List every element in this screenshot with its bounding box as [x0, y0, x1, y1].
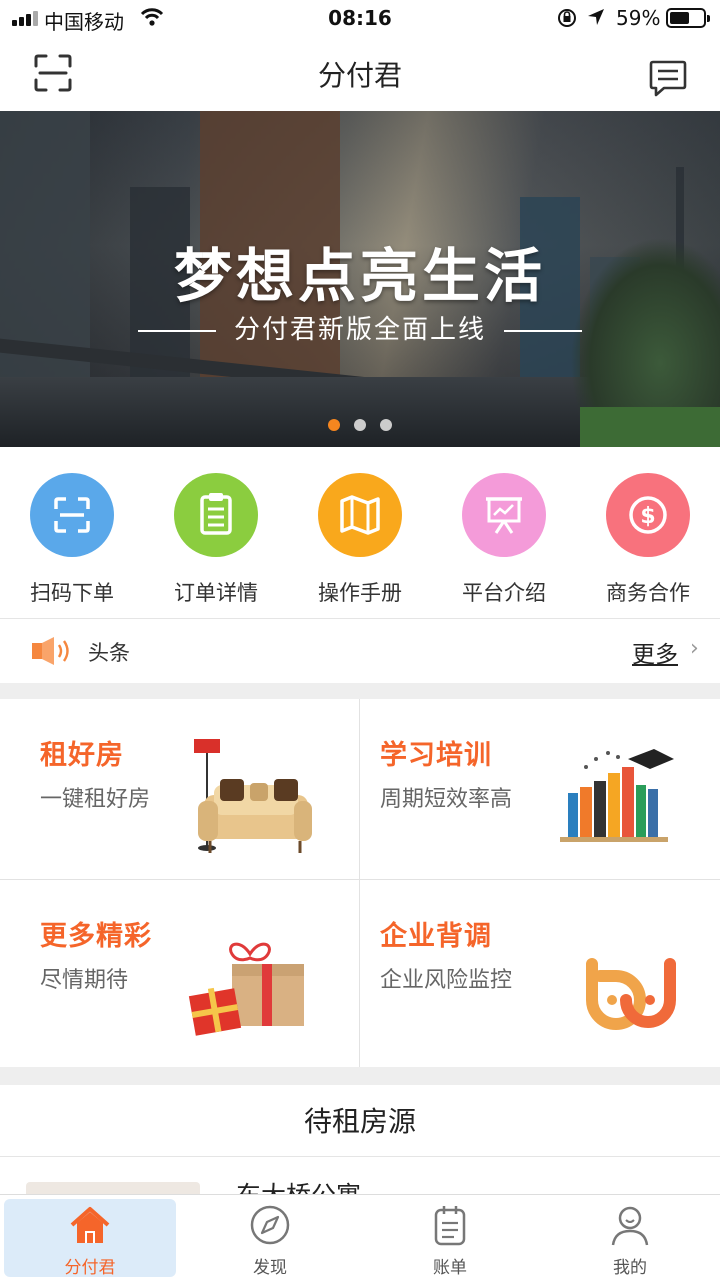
company-logo-icon	[586, 958, 676, 1030]
status-time: 08:16	[328, 6, 392, 30]
quick-action-business[interactable]: $ 商务合作	[576, 473, 720, 607]
quick-actions: 扫码下单 订单详情 操作手册 平台介绍 $ 商务合作	[0, 447, 720, 619]
quick-action-label: 商务合作	[606, 581, 690, 605]
speaker-icon	[32, 637, 69, 665]
quick-action-label: 操作手册	[318, 581, 402, 605]
tab-label: 分付君	[64, 1258, 116, 1278]
banner-carousel[interactable]: 梦想点亮生活 分付君新版全面上线	[0, 111, 720, 447]
quick-action-scan-order[interactable]: 扫码下单	[0, 473, 144, 607]
feature-card-rent[interactable]: 租好房 一键租好房	[0, 699, 359, 879]
carousel-indicator[interactable]	[0, 416, 720, 435]
compass-icon	[250, 1205, 290, 1245]
tab-home[interactable]: 分付君	[4, 1199, 176, 1278]
quick-action-order-details[interactable]: 订单详情	[144, 473, 288, 607]
banner-subtitle-text: 分付君新版全面上线	[233, 315, 486, 345]
quick-action-manual[interactable]: 操作手册	[288, 473, 432, 607]
home-icon	[70, 1207, 110, 1243]
quick-action-label: 扫码下单	[30, 581, 114, 605]
quick-action-label: 平台介绍	[462, 581, 546, 605]
tab-label: 发现	[253, 1258, 287, 1278]
map-icon	[318, 473, 402, 557]
message-icon[interactable]	[648, 60, 688, 98]
svg-text:$: $	[640, 504, 655, 529]
sofa-icon	[194, 739, 312, 853]
headline-bar[interactable]: 头条 更多 ›	[0, 619, 720, 683]
clipboard-icon	[174, 473, 258, 557]
feature-title: 租好房	[40, 740, 124, 771]
battery-icon	[666, 8, 710, 28]
listings-divider	[0, 1156, 720, 1157]
scan-icon	[30, 473, 114, 557]
tab-bar: 分付君 发现 账单 我的	[0, 1194, 720, 1281]
more-link[interactable]: 更多	[632, 635, 678, 669]
grid-divider-vertical	[359, 699, 360, 1067]
feature-subtitle: 周期短效率高	[380, 787, 513, 812]
battery-percent: 59%	[616, 6, 661, 30]
quick-action-platform-intro[interactable]: 平台介绍	[432, 473, 576, 607]
carousel-dot[interactable]	[328, 419, 340, 431]
feature-title: 学习培训	[380, 740, 492, 771]
books-icon	[560, 749, 674, 842]
feature-title: 更多精彩	[40, 921, 152, 952]
tab-bill[interactable]: 账单	[364, 1199, 536, 1278]
location-arrow-icon	[588, 9, 604, 25]
banner-title: 梦想点亮生活	[173, 242, 546, 310]
section-divider	[0, 1067, 720, 1085]
tab-discover[interactable]: 发现	[184, 1199, 356, 1278]
feature-subtitle: 尽情期待	[40, 968, 129, 993]
feature-subtitle: 企业风险监控	[380, 968, 513, 993]
carousel-dot[interactable]	[354, 419, 366, 431]
rotation-lock-icon	[558, 9, 576, 27]
banner-subtitle: 分付君新版全面上线	[0, 309, 720, 346]
section-divider	[0, 683, 720, 699]
dollar-icon: $	[606, 473, 690, 557]
page-title: 分付君	[317, 59, 402, 92]
feature-title: 企业背调	[380, 921, 492, 952]
tab-label: 账单	[433, 1258, 467, 1278]
user-icon	[611, 1206, 649, 1246]
carousel-dot[interactable]	[380, 419, 392, 431]
feature-card-more[interactable]: 更多精彩 尽情期待	[0, 880, 359, 1067]
bill-icon	[434, 1206, 466, 1246]
status-bar: 中国移动 08:16 59%	[0, 0, 720, 36]
feature-subtitle: 一键租好房	[40, 787, 151, 812]
tab-label: 我的	[613, 1258, 647, 1278]
presentation-icon	[462, 473, 546, 557]
gift-icon	[188, 942, 304, 1036]
quick-action-label: 订单详情	[174, 581, 258, 605]
tab-mine[interactable]: 我的	[544, 1199, 716, 1278]
feature-card-background-check[interactable]: 企业背调 企业风险监控	[360, 880, 720, 1067]
feature-card-training[interactable]: 学习培训 周期短效率高	[360, 699, 720, 879]
nav-bar: 分付君	[0, 36, 720, 112]
chevron-right-icon[interactable]: ›	[690, 636, 699, 661]
headline-label: 头条	[88, 641, 130, 665]
listings-title: 待租房源	[303, 1105, 416, 1138]
